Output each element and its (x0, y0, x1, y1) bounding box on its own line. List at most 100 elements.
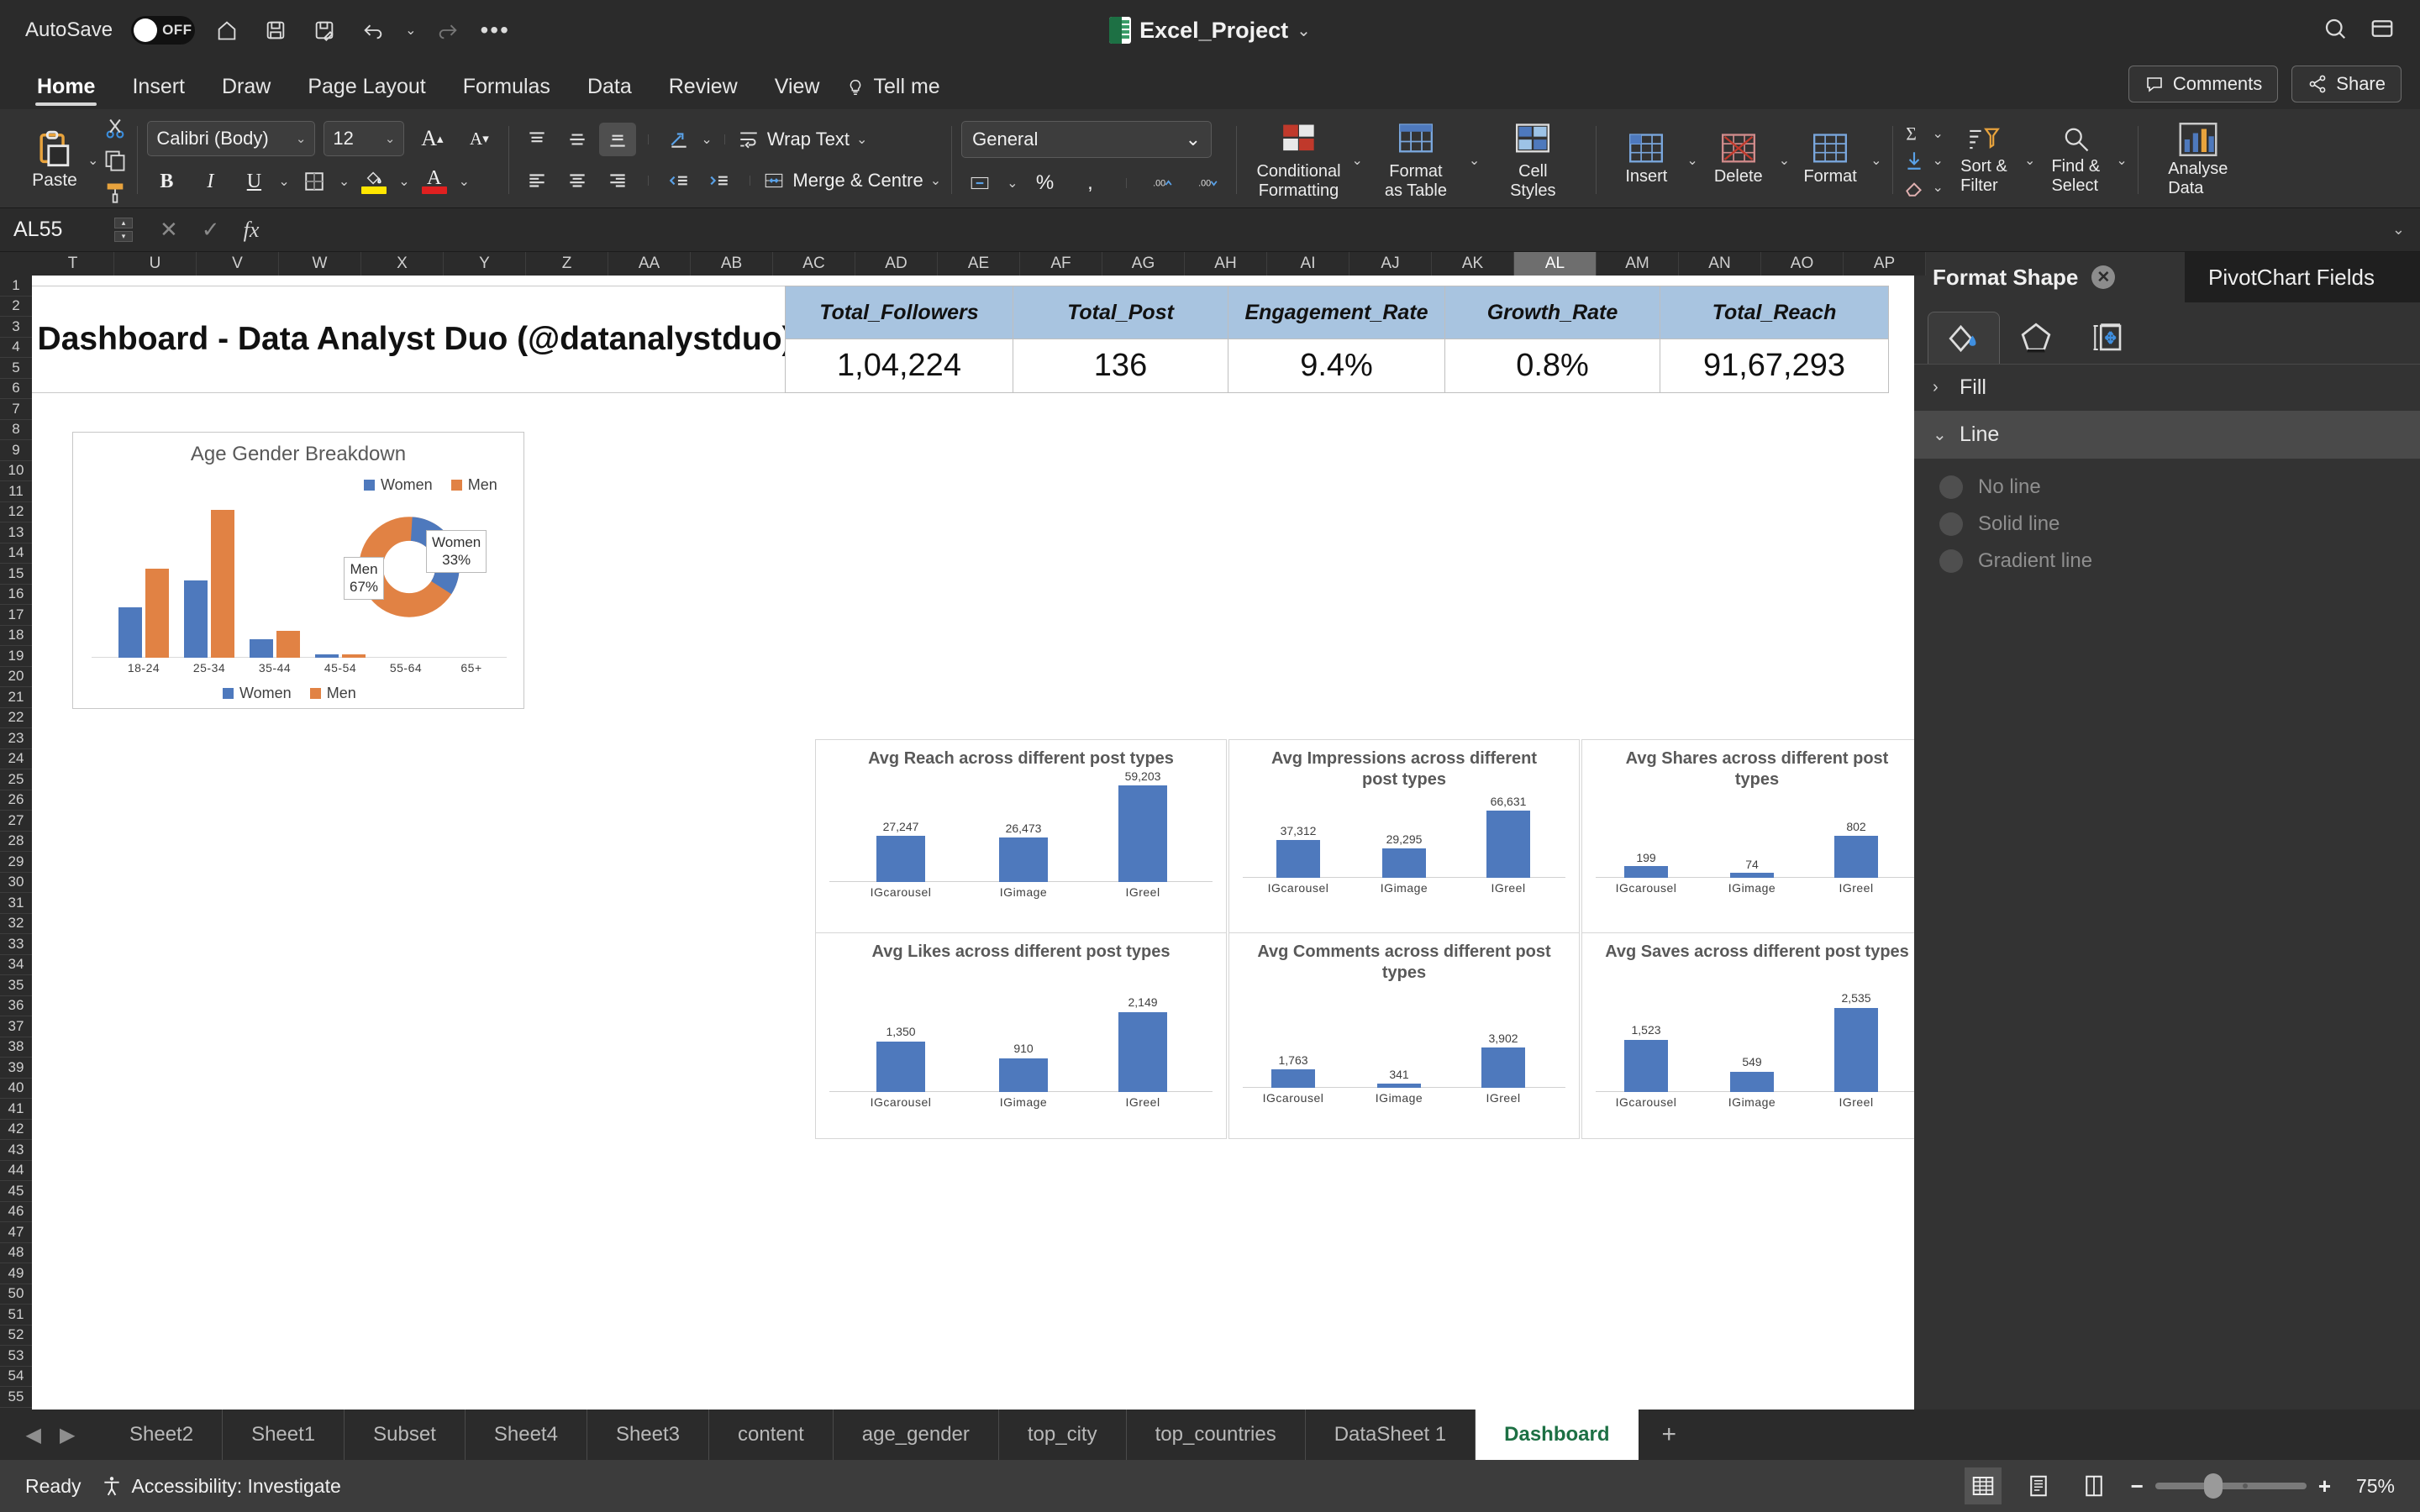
save-as-icon[interactable] (308, 13, 341, 47)
conditional-formatting-button[interactable]: Conditional Formatting (1246, 119, 1352, 201)
font-color-button[interactable]: A (415, 164, 454, 199)
radio-no-line[interactable]: No line (1939, 475, 2420, 499)
bold-button[interactable]: B (147, 164, 186, 199)
row-header-43[interactable]: 43 (0, 1140, 32, 1161)
row-header-32[interactable]: 32 (0, 914, 32, 934)
row-header-10[interactable]: 10 (0, 461, 32, 481)
fill-color-chevron-down-icon[interactable]: ⌄ (398, 173, 409, 190)
chart-card-age-gender-breakdown[interactable]: Age Gender Breakdown Women Men Women 33%… (72, 432, 524, 709)
paste-button[interactable]: Paste (22, 130, 87, 191)
conditional-formatting-chevron-down-icon[interactable]: ⌄ (1352, 152, 1363, 169)
sheet-tab-sheet4[interactable]: Sheet4 (466, 1410, 587, 1460)
zoom-track[interactable] (2154, 1473, 2307, 1499)
font-color-chevron-down-icon[interactable]: ⌄ (459, 173, 470, 190)
row-header-22[interactable]: 22 (0, 708, 32, 728)
select-all-corner[interactable] (0, 252, 32, 276)
row-header-4[interactable]: 4 (0, 338, 32, 358)
spinner-down[interactable]: ▾ (114, 231, 133, 242)
row-header-34[interactable]: 34 (0, 955, 32, 975)
column-header-AC[interactable]: AC (773, 252, 855, 276)
find-select-chevron-down-icon[interactable]: ⌄ (2116, 152, 2127, 169)
column-header-AH[interactable]: AH (1185, 252, 1267, 276)
row-header-12[interactable]: 12 (0, 502, 32, 522)
delete-chevron-down-icon[interactable]: ⌄ (1779, 152, 1790, 169)
sheet-tab-top-countries[interactable]: top_countries (1127, 1410, 1306, 1460)
font-size-select[interactable]: 12 ⌄ (324, 121, 405, 156)
cut-icon[interactable] (103, 117, 127, 140)
column-header-AN[interactable]: AN (1679, 252, 1761, 276)
column-header-X[interactable]: X (361, 252, 444, 276)
row-header-23[interactable]: 23 (0, 728, 32, 749)
formula-input[interactable] (274, 208, 2392, 251)
sheet-tab-datasheet-1[interactable]: DataSheet 1 (1306, 1410, 1476, 1460)
align-right-button[interactable] (599, 164, 636, 197)
paste-chevron-down-icon[interactable]: ⌄ (87, 152, 98, 169)
column-header-W[interactable]: W (279, 252, 361, 276)
page-break-preview-button[interactable] (2075, 1467, 2112, 1504)
sheet-tab-sheet3[interactable]: Sheet3 (587, 1410, 710, 1460)
clear-button[interactable]: ⌄ (1902, 176, 1944, 198)
borders-button[interactable] (295, 164, 334, 199)
zoom-in-button[interactable]: + (2318, 1473, 2331, 1499)
next-sheet-icon[interactable]: ▶ (60, 1423, 75, 1447)
sheet-tab-sheet2[interactable]: Sheet2 (101, 1410, 224, 1460)
column-header-AM[interactable]: AM (1597, 252, 1679, 276)
row-header-9[interactable]: 9 (0, 440, 32, 461)
row-header-42[interactable]: 42 (0, 1120, 32, 1140)
tab-size-properties[interactable] (2072, 312, 2144, 364)
tab-draw[interactable]: Draw (203, 75, 289, 109)
row-header-48[interactable]: 48 (0, 1243, 32, 1263)
format-chevron-down-icon[interactable]: ⌄ (1870, 152, 1881, 169)
column-header-AL[interactable]: AL (1514, 252, 1597, 276)
row-header-36[interactable]: 36 (0, 996, 32, 1016)
spinner-up[interactable]: ▴ (114, 218, 133, 228)
row-header-37[interactable]: 37 (0, 1016, 32, 1037)
row-header-39[interactable]: 39 (0, 1058, 32, 1079)
sheet-canvas[interactable]: s Dashboard - Data Analyst Duo (@datanal… (32, 276, 1914, 1410)
currency-chevron-down-icon[interactable]: ⌄ (1007, 175, 1018, 192)
align-left-button[interactable] (518, 164, 555, 197)
row-header-55[interactable]: 55 (0, 1387, 32, 1408)
row-header-31[interactable]: 31 (0, 893, 32, 914)
insert-chevron-down-icon[interactable]: ⌄ (1686, 152, 1697, 169)
comma-style-button[interactable]: , (1072, 166, 1109, 200)
comments-button[interactable]: Comments (2128, 66, 2279, 102)
zoom-thumb[interactable] (2203, 1473, 2223, 1499)
merge-centre-button[interactable]: Merge & Centre ⌄ (762, 170, 941, 192)
row-header-45[interactable]: 45 (0, 1181, 32, 1202)
tab-page-layout[interactable]: Page Layout (289, 75, 444, 109)
tab-formulas[interactable]: Formulas (445, 75, 569, 109)
column-header-AD[interactable]: AD (855, 252, 938, 276)
tab-data[interactable]: Data (569, 75, 650, 109)
row-header-49[interactable]: 49 (0, 1263, 32, 1284)
column-header-AK[interactable]: AK (1432, 252, 1514, 276)
tab-home[interactable]: Home (18, 75, 113, 109)
increase-decimal-button[interactable]: .00 (1144, 166, 1181, 200)
radio-gradient-line[interactable]: Gradient line (1939, 549, 2420, 573)
row-header-25[interactable]: 25 (0, 769, 32, 790)
row-header-29[interactable]: 29 (0, 852, 32, 873)
tab-effects[interactable] (2000, 312, 2072, 364)
row-header-1[interactable]: 1 (0, 276, 32, 297)
format-as-table-button[interactable]: Format as Table (1363, 119, 1469, 201)
tab-fill-line[interactable] (1928, 312, 2000, 364)
currency-button[interactable] (961, 166, 998, 200)
column-header-AO[interactable]: AO (1761, 252, 1844, 276)
underline-chevron-down-icon[interactable]: ⌄ (278, 173, 289, 190)
section-fill[interactable]: › Fill (1914, 365, 2420, 412)
row-header-19[interactable]: 19 (0, 646, 32, 667)
align-top-button[interactable] (518, 123, 555, 156)
column-header-T[interactable]: T (32, 252, 114, 276)
sheet-tab-top-city[interactable]: top_city (999, 1410, 1127, 1460)
decrease-indent-button[interactable] (660, 164, 697, 197)
tab-view[interactable]: View (756, 75, 839, 109)
row-header-44[interactable]: 44 (0, 1161, 32, 1181)
home-icon[interactable] (210, 13, 244, 47)
add-sheet-button[interactable]: + (1639, 1410, 1701, 1460)
wrap-text-button[interactable]: Wrap Text ⌄ (737, 129, 867, 150)
column-header-AF[interactable]: AF (1020, 252, 1102, 276)
row-header-18[interactable]: 18 (0, 626, 32, 646)
format-cells-button[interactable]: Format (1790, 134, 1870, 186)
close-icon[interactable]: ✕ (2091, 265, 2116, 289)
row-header-52[interactable]: 52 (0, 1326, 32, 1346)
